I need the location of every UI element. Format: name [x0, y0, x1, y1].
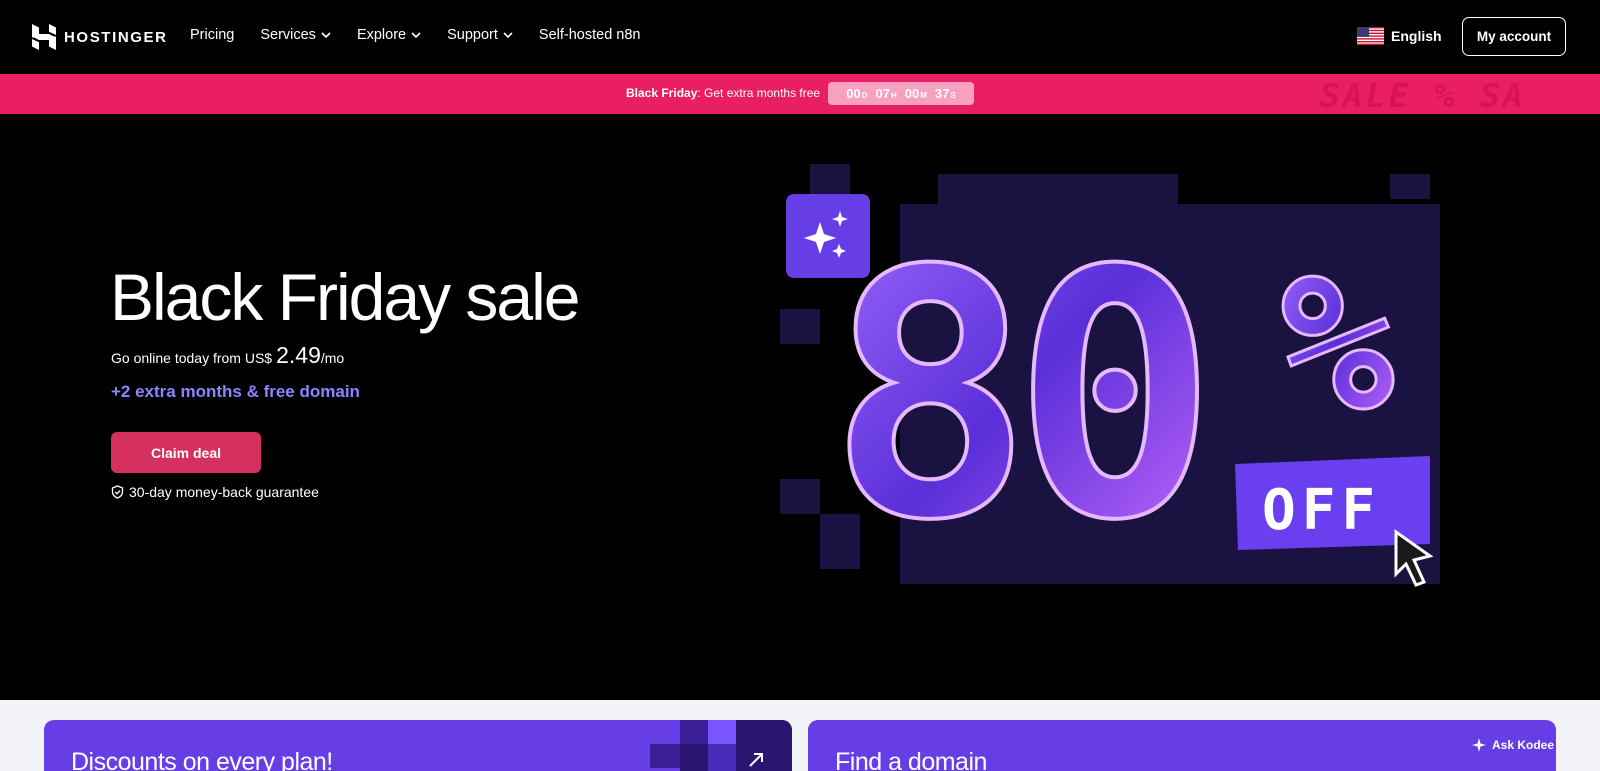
find-domain-card[interactable]: Find a domain	[808, 720, 1556, 771]
price-suffix: /mo	[320, 350, 345, 366]
card-title: Discounts on every plan!	[71, 748, 333, 771]
discount-digits: 80	[828, 199, 1199, 595]
nav-explore[interactable]: Explore	[357, 27, 421, 43]
ask-kodee-label: Ask Kodee	[1491, 737, 1555, 752]
nav-services[interactable]: Services	[260, 27, 331, 43]
countdown-timer: 00D 07H 00M 37S	[828, 82, 974, 105]
claim-deal-button[interactable]: Claim deal	[111, 432, 261, 473]
price-amount: 2.49	[276, 342, 321, 368]
percent-sign: %	[1280, 233, 1394, 454]
nav-label: Explore	[356, 27, 407, 43]
promo-bold: Black Friday	[626, 86, 698, 100]
brand-name: HOSTINGER	[64, 28, 168, 46]
nav-label: Self-hosted n8n	[538, 27, 641, 43]
nav-pricing[interactable]: Pricing	[190, 27, 234, 43]
nav-label: Services	[260, 27, 316, 43]
discount-artwork: 80 % OFF	[780, 164, 1440, 597]
language-label: English	[1391, 28, 1442, 44]
chevron-down-icon	[321, 32, 331, 39]
promo-decoration: SALE % SA	[1320, 76, 1526, 114]
timer-seconds: 37S	[934, 86, 956, 101]
guarantee-text: 30-day money-back guarantee	[129, 484, 319, 500]
off-label: OFF	[1262, 478, 1381, 543]
card-title: Find a domain	[835, 748, 987, 771]
hostinger-logo-icon	[32, 24, 56, 50]
extra-offer: +2 extra months & free domain	[111, 382, 360, 401]
pixel-decoration	[650, 720, 792, 771]
promo-bar[interactable]: Black Friday: Get extra months free 00D …	[0, 74, 1600, 114]
shield-check-icon	[111, 485, 124, 499]
site-header: HOSTINGER Pricing Services Explore Suppo…	[0, 0, 1600, 73]
ask-kodee-button[interactable]: Ask Kodee	[1470, 728, 1556, 761]
nav-label: Support	[447, 27, 498, 43]
language-selector[interactable]: English	[1357, 27, 1442, 45]
us-flag-icon	[1357, 27, 1384, 45]
hero-section: Black Friday sale Go online today from U…	[0, 114, 1600, 700]
price-line: Go online today from US$ 2.49/mo	[111, 342, 344, 369]
nav-support[interactable]: Support	[447, 27, 513, 43]
nav-label: Pricing	[190, 27, 235, 43]
chevron-down-icon	[411, 32, 421, 39]
timer-days: 00D	[846, 86, 868, 101]
main-nav: Pricing Services Explore Support Self-ho…	[190, 27, 666, 43]
nav-self-hosted-n8n[interactable]: Self-hosted n8n	[539, 27, 641, 43]
hero-title: Black Friday sale	[110, 260, 581, 334]
promo-message: Black Friday: Get extra months free	[626, 86, 820, 100]
kodee-sparkle-icon	[1471, 737, 1486, 752]
timer-minutes: 00M	[904, 86, 927, 101]
cards-section: Discounts on every plan! Find a domain	[0, 700, 1600, 771]
price-prefix: Go online today from US$	[111, 350, 273, 366]
discounts-card[interactable]: Discounts on every plan!	[44, 720, 792, 771]
hostinger-logo[interactable]: HOSTINGER	[32, 24, 168, 50]
my-account-button[interactable]: My account	[1462, 17, 1566, 56]
timer-hours: 07H	[875, 86, 897, 101]
chevron-down-icon	[503, 32, 513, 39]
guarantee: 30-day money-back guarantee	[111, 484, 319, 500]
promo-text: : Get extra months free	[697, 86, 821, 100]
